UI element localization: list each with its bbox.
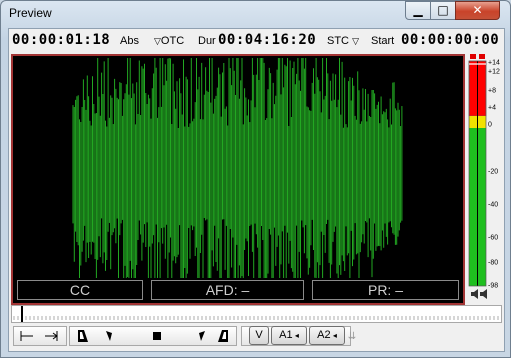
duration-timecode: 00:04:16:20 [218,32,317,48]
afd-indicator: AFD: – [151,280,304,300]
more-tracks-icon[interactable]: ⇊ [346,326,358,346]
audio-level-meter: +14 +12 +8 +4 0 -20 -40 -60 -80 -98 [468,54,502,314]
meter-scale-label: -20 [488,169,498,176]
stop-icon[interactable] [147,326,167,346]
window-title: Preview [9,6,52,20]
current-mode-label[interactable]: Abs [120,35,139,47]
start-label: Start [371,35,395,47]
meter-scale-label: -80 [488,260,498,267]
current-timecode: 00:00:01:18 [12,32,111,48]
speaker-icon: ◂ [330,331,337,340]
speaker-icon: ◂ [292,331,299,340]
minimize-button[interactable]: ▁ [405,1,431,20]
maximize-icon: □ [437,3,449,17]
meter-scale-label: -98 [488,283,498,290]
meter-scale-label: +4 [488,105,496,112]
meter-scale-label: -40 [488,202,498,209]
go-to-end-icon[interactable] [41,326,61,346]
meter-scale-label: +12 [488,69,500,76]
timeline-scrubber[interactable] [11,305,502,323]
meter-scale-label: +14 [488,60,500,67]
otc-dropdown[interactable]: ▽OTC [154,35,184,47]
mark-in-icon[interactable] [73,326,93,346]
meter-scale-label: +8 [488,88,496,95]
preview-client-area: 00:00:01:18 Abs ▽OTC Dur 00:04:16:20 STC… [8,28,505,352]
set-in-point-icon[interactable] [99,326,119,346]
go-to-start-icon[interactable] [17,326,37,346]
timeline-ticks [13,306,499,322]
start-timecode: 00:00:00:00 [401,32,500,48]
minimize-icon: ▁ [413,3,423,17]
mark-out-icon[interactable] [213,326,233,346]
meter-scale-label: 0 [488,122,492,129]
otc-label: OTC [160,35,185,47]
close-icon: ✕ [472,3,483,17]
duration-label: Dur [198,35,216,47]
video-viewer[interactable]: CC AFD: – PR: – [11,54,465,305]
title-bar: Preview ▁ □ ✕ [1,1,510,27]
audio-waveform [72,58,403,278]
video-track-button[interactable]: V [249,326,269,345]
a2-label: A2 [317,329,331,341]
audio-track-1-button[interactable]: A1 ◂ [271,326,307,345]
playhead[interactable] [21,306,23,322]
preview-window: Preview ▁ □ ✕ 00:00:01:18 Abs ▽OTC Dur 0… [0,0,511,358]
pr-indicator: PR: – [312,280,459,300]
close-button[interactable]: ✕ [455,1,500,20]
set-out-point-icon[interactable] [192,326,212,346]
stc-dropdown[interactable]: STC ▽ [327,35,359,47]
stc-label: STC [327,35,349,47]
transport-controls: V A1 ◂ A2 ◂ ⇊ [9,325,504,349]
dropdown-triangle-icon: ▽ [154,36,161,46]
a1-label: A1 [279,329,293,341]
audio-track-2-button[interactable]: A2 ◂ [309,326,345,345]
cc-indicator: CC [17,280,143,300]
dropdown-triangle-icon: ▽ [352,36,359,46]
meter-scale-label: -60 [488,235,498,242]
maximize-button[interactable]: □ [430,1,456,20]
timecode-bar: 00:00:01:18 Abs ▽OTC Dur 00:04:16:20 STC… [9,29,504,53]
